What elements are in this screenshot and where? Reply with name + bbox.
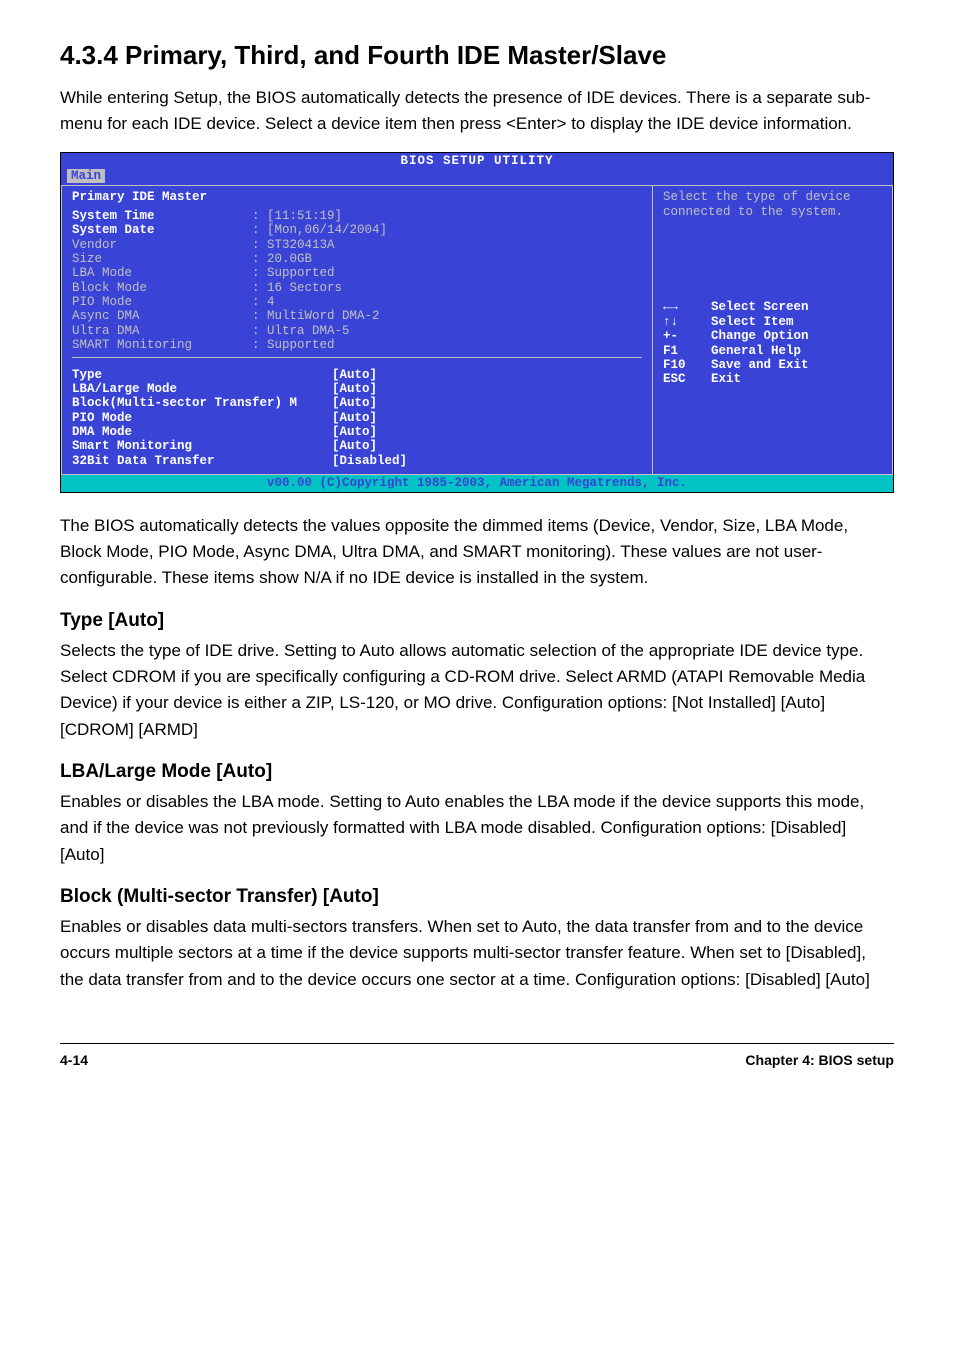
footer-chapter: Chapter 4: BIOS setup [745, 1052, 894, 1068]
bios-titlebar: BIOS SETUP UTILITY [61, 153, 893, 169]
bios-body: Primary IDE Master System Time: [11:51:1… [61, 185, 893, 475]
tab-main[interactable]: Main [67, 169, 105, 183]
legend-label: General Help [711, 344, 801, 358]
bios-setting-label: 32Bit Data Transfer [72, 454, 332, 468]
bios-info-value: : 20.0GB [252, 252, 387, 266]
bios-setting-row[interactable]: PIO Mode[Auto] [72, 411, 407, 425]
bios-info-value: : ST320413A [252, 238, 387, 252]
bios-info-label: Async DMA [72, 309, 252, 323]
bios-setting-label: Type [72, 368, 332, 382]
bios-panel-title: Primary IDE Master [72, 190, 642, 204]
legend-row: F10Save and Exit [663, 358, 882, 372]
bios-screenshot: BIOS SETUP UTILITY Main Primary IDE Mast… [60, 152, 894, 493]
bios-info-table: System Time: [11:51:19]System Date: [Mon… [72, 209, 387, 353]
footer-page-number: 4-14 [60, 1052, 88, 1068]
bios-setting-label: Block(Multi-sector Transfer) M [72, 396, 332, 410]
bios-setting-row[interactable]: LBA/Large Mode[Auto] [72, 382, 407, 396]
bios-info-label: Vendor [72, 238, 252, 252]
bios-help-text: Select the type of device connected to t… [653, 186, 892, 296]
legend-key: F10 [663, 358, 711, 372]
bios-setting-value[interactable]: [Auto] [332, 439, 407, 453]
bios-info-value: : 16 Sectors [252, 281, 387, 295]
bios-setting-value[interactable]: [Auto] [332, 382, 407, 396]
lba-paragraph: Enables or disables the LBA mode. Settin… [60, 789, 894, 868]
type-heading: Type [Auto] [60, 610, 894, 632]
bios-info-label: LBA Mode [72, 266, 252, 280]
legend-label: Exit [711, 372, 741, 386]
bios-info-label: Size [72, 252, 252, 266]
legend-key: F1 [663, 344, 711, 358]
bios-info-value: : Ultra DMA-5 [252, 324, 387, 338]
legend-label: Select Screen [711, 300, 809, 314]
bios-info-row: Ultra DMA: Ultra DMA-5 [72, 324, 387, 338]
bios-info-row: PIO Mode: 4 [72, 295, 387, 309]
legend-key: ESC [663, 372, 711, 386]
legend-label: Change Option [711, 329, 809, 343]
bios-info-row: LBA Mode: Supported [72, 266, 387, 280]
bios-setting-row[interactable]: Type[Auto] [72, 368, 407, 382]
bios-setting-row[interactable]: Smart Monitoring[Auto] [72, 439, 407, 453]
bios-info-row: Size: 20.0GB [72, 252, 387, 266]
legend-label: Select Item [711, 315, 794, 329]
bios-tabs: Main [61, 169, 893, 185]
bios-right-panel: Select the type of device connected to t… [653, 185, 893, 475]
bios-info-label: PIO Mode [72, 295, 252, 309]
bios-info-value: : [Mon,06/14/2004] [252, 223, 387, 237]
mid-paragraph: The BIOS automatically detects the value… [60, 513, 894, 592]
bios-info-label: System Time [72, 209, 252, 223]
legend-key: ↑↓ [663, 315, 711, 329]
legend-key: +- [663, 329, 711, 343]
bios-setting-row[interactable]: 32Bit Data Transfer[Disabled] [72, 454, 407, 468]
bios-setting-row[interactable]: DMA Mode[Auto] [72, 425, 407, 439]
legend-row: +-Change Option [663, 329, 882, 343]
bios-setting-label: DMA Mode [72, 425, 332, 439]
bios-copyright: v00.00 (C)Copyright 1985-2003, American … [61, 475, 893, 491]
intro-paragraph: While entering Setup, the BIOS automatic… [60, 85, 894, 138]
bios-setting-label: Smart Monitoring [72, 439, 332, 453]
bios-left-panel: Primary IDE Master System Time: [11:51:1… [61, 185, 653, 475]
page-footer: 4-14 Chapter 4: BIOS setup [60, 1044, 894, 1068]
bios-settings-table: Type[Auto]LBA/Large Mode[Auto]Block(Mult… [72, 368, 407, 469]
bios-info-value: : Supported [252, 338, 387, 352]
type-paragraph: Selects the type of IDE drive. Setting t… [60, 638, 894, 743]
legend-row: ↑↓Select Item [663, 315, 882, 329]
block-heading: Block (Multi-sector Transfer) [Auto] [60, 886, 894, 908]
bios-info-label: Ultra DMA [72, 324, 252, 338]
bios-info-row: Async DMA: MultiWord DMA-2 [72, 309, 387, 323]
bios-info-value: : Supported [252, 266, 387, 280]
bios-setting-value[interactable]: [Auto] [332, 396, 407, 410]
bios-info-row: Block Mode: 16 Sectors [72, 281, 387, 295]
bios-setting-value[interactable]: [Auto] [332, 411, 407, 425]
bios-setting-value[interactable]: [Auto] [332, 368, 407, 382]
legend-row: F1General Help [663, 344, 882, 358]
divider [72, 357, 642, 358]
section-title: 4.3.4 Primary, Third, and Fourth IDE Mas… [60, 40, 894, 71]
bios-info-label: SMART Monitoring [72, 338, 252, 352]
legend-row: ESCExit [663, 372, 882, 386]
legend-key: ←→ [663, 300, 711, 314]
bios-info-value: : [11:51:19] [252, 209, 387, 223]
block-paragraph: Enables or disables data multi-sectors t… [60, 914, 894, 993]
bios-info-value: : 4 [252, 295, 387, 309]
bios-setting-row[interactable]: Block(Multi-sector Transfer) M[Auto] [72, 396, 407, 410]
bios-setting-value[interactable]: [Disabled] [332, 454, 407, 468]
bios-key-legend: ←→Select Screen↑↓Select Item+-Change Opt… [653, 296, 892, 392]
legend-label: Save and Exit [711, 358, 809, 372]
bios-info-row: Vendor: ST320413A [72, 238, 387, 252]
bios-setting-value[interactable]: [Auto] [332, 425, 407, 439]
bios-setting-label: PIO Mode [72, 411, 332, 425]
bios-info-label: Block Mode [72, 281, 252, 295]
bios-info-value: : MultiWord DMA-2 [252, 309, 387, 323]
bios-info-row: System Date: [Mon,06/14/2004] [72, 223, 387, 237]
bios-info-label: System Date [72, 223, 252, 237]
bios-info-row: SMART Monitoring: Supported [72, 338, 387, 352]
bios-setting-label: LBA/Large Mode [72, 382, 332, 396]
lba-heading: LBA/Large Mode [Auto] [60, 761, 894, 783]
bios-info-row: System Time: [11:51:19] [72, 209, 387, 223]
legend-row: ←→Select Screen [663, 300, 882, 314]
